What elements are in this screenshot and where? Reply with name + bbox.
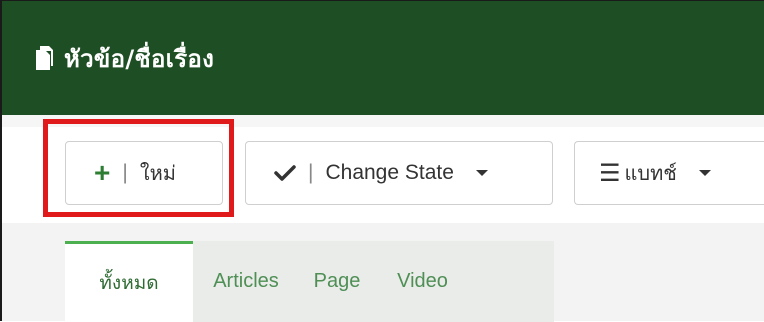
tab-all[interactable]: ทั้งหมด [65,241,193,322]
separator: | [308,161,314,184]
change-state-label: Change State [325,161,454,184]
change-state-button[interactable]: | Change State [245,141,553,205]
check-icon [274,164,296,182]
page-title: หัวข้อ/ชื่อเรื่อง [64,44,215,73]
app-frame: หัวข้อ/ชื่อเรื่อง + | ใหม่ | Change Stat… [0,0,764,322]
separator: | [122,161,128,184]
toolbar-divider [2,115,764,127]
new-button-label: ใหม่ [139,161,176,185]
page-header: หัวข้อ/ชื่อเรื่อง [2,1,764,115]
menu-icon: ☰ [599,159,621,187]
batch-label: แบทช์ [624,161,677,185]
plus-icon: + [94,157,111,188]
chevron-down-icon [475,170,488,176]
new-button[interactable]: + | ใหม่ [65,141,223,205]
tab-page[interactable]: Page [299,241,375,322]
tabs-area: ทั้งหมด Articles Page Video [2,223,764,322]
tab-articles[interactable]: Articles [193,241,299,322]
batch-button[interactable]: ☰ แบทช์ [574,141,764,205]
tab-video[interactable]: Video [375,241,470,322]
chevron-down-icon [698,170,711,176]
tab-bar: ทั้งหมด Articles Page Video [65,241,554,322]
document-icon [34,45,54,71]
